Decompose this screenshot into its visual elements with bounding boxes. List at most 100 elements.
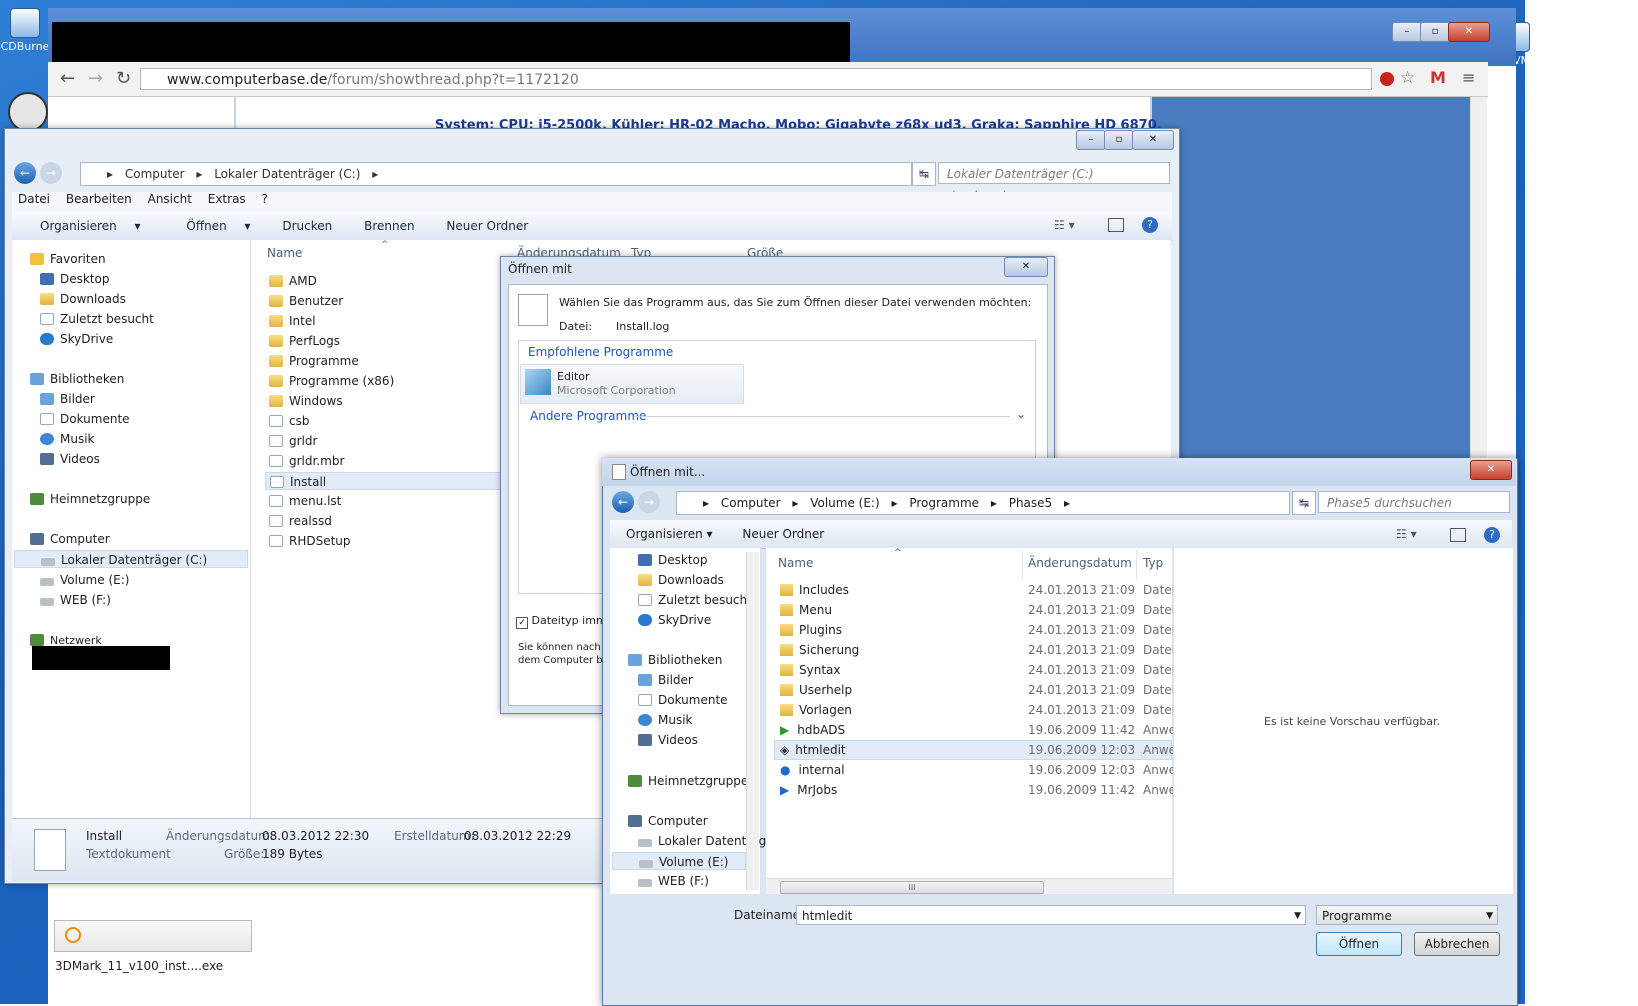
nav-libraries[interactable]: Bibliotheken xyxy=(628,651,722,669)
help-icon[interactable]: ? xyxy=(1484,527,1500,543)
back-arrow-icon[interactable]: ← xyxy=(14,162,36,184)
download-item[interactable]: 3DMark_11_v100_inst....exe xyxy=(54,920,252,973)
nav-pictures[interactable]: Bilder xyxy=(638,671,693,689)
file-row[interactable]: grldr.mbr xyxy=(269,452,344,470)
menu-datei[interactable]: Datei xyxy=(18,192,50,206)
desktop-icon-cdburner[interactable]: CDBurne xyxy=(0,8,50,53)
breadcrumb-drive[interactable]: Lokaler Datenträger (C:) xyxy=(214,167,360,181)
help-icon[interactable]: ? xyxy=(1142,217,1158,233)
file-row[interactable]: Userhelp xyxy=(780,680,852,700)
file-row[interactable]: Plugins xyxy=(780,620,842,640)
open-button[interactable]: Öffnen ▾ xyxy=(172,219,250,233)
nav-favorites[interactable]: Favoriten xyxy=(30,250,106,268)
menu-bearbeiten[interactable]: Bearbeiten xyxy=(66,192,132,206)
other-programs-toggle[interactable]: Andere Programme xyxy=(530,409,646,423)
open-button[interactable]: Öffnen xyxy=(1316,932,1402,956)
nav-drive-e[interactable]: Volume (E:) xyxy=(40,571,129,589)
new-folder-button[interactable]: Neuer Ordner xyxy=(446,219,528,233)
star-icon[interactable]: ☆ xyxy=(1400,68,1415,88)
column-name[interactable]: Name xyxy=(778,556,813,570)
explorer-maximize-button[interactable]: ▫ xyxy=(1104,130,1134,150)
menu-help[interactable]: ? xyxy=(262,192,268,206)
back-arrow-icon[interactable]: ← xyxy=(60,68,75,89)
file-row[interactable]: Vorlagen xyxy=(780,700,852,720)
file-row-selected[interactable]: Install xyxy=(265,472,501,490)
nav-drive-f[interactable]: WEB (F:) xyxy=(638,872,709,890)
adblock-icon[interactable] xyxy=(1380,72,1394,86)
file-row[interactable]: Includes xyxy=(780,580,849,600)
nav-drive-e[interactable]: Volume (E:) xyxy=(612,852,746,870)
file-row[interactable]: Programme xyxy=(269,352,359,370)
chevron-down-icon[interactable]: ⌄ xyxy=(1016,407,1026,421)
breadcrumb-computer[interactable]: Computer xyxy=(125,167,185,181)
organize-button[interactable]: Organisieren ▾ xyxy=(26,219,141,233)
nav-recent[interactable]: Zuletzt besucht xyxy=(40,310,154,328)
nav-downloads[interactable]: Downloads xyxy=(638,571,724,589)
nav-recent[interactable]: Zuletzt besucht xyxy=(638,591,752,609)
nav-homegroup[interactable]: Heimnetzgruppe xyxy=(30,490,150,508)
breadcrumb-volume[interactable]: Volume (E:) xyxy=(810,496,879,510)
filename-input[interactable]: htmledit ▼ xyxy=(796,905,1306,925)
view-icon[interactable]: ☷ ▾ xyxy=(1396,527,1417,541)
forward-arrow-icon[interactable]: → xyxy=(638,491,660,513)
breadcrumb-programme[interactable]: Programme xyxy=(909,496,979,510)
view-icon[interactable]: ☷ ▾ xyxy=(1054,218,1075,232)
nav-pictures[interactable]: Bilder xyxy=(40,390,95,408)
file-row[interactable]: ● internal xyxy=(780,760,845,780)
preview-pane-icon[interactable] xyxy=(1450,528,1466,542)
program-editor[interactable]: Editor Microsoft Corporation xyxy=(520,364,744,404)
maximize-button[interactable]: ▫ xyxy=(1420,22,1450,42)
file-row[interactable]: Syntax xyxy=(780,660,840,680)
file-row[interactable]: Sicherung xyxy=(780,640,859,660)
filter-select[interactable]: Programme ▼ xyxy=(1316,905,1498,925)
nav-documents[interactable]: Dokumente xyxy=(40,410,130,428)
breadcrumb[interactable]: ▸ Computer ▸ Lokaler Datenträger (C:) ▸ xyxy=(80,162,912,186)
dialog-close-button[interactable]: ✕ xyxy=(1004,257,1048,277)
burn-button[interactable]: Brennen xyxy=(364,219,414,233)
file-row[interactable]: csb xyxy=(269,412,309,430)
nav-scrollbar[interactable] xyxy=(746,552,759,890)
file-row[interactable]: Windows xyxy=(269,392,343,410)
menu-ansicht[interactable]: Ansicht xyxy=(148,192,192,206)
nav-videos[interactable]: Videos xyxy=(40,450,100,468)
address-bar[interactable]: www.computerbase.de/forum/showthread.php… xyxy=(140,68,1372,90)
column-type[interactable]: Typ xyxy=(1143,556,1163,570)
menu-extras[interactable]: Extras xyxy=(208,192,246,206)
nav-skydrive[interactable]: SkyDrive xyxy=(40,330,113,348)
print-button[interactable]: Drucken xyxy=(282,219,332,233)
reload-icon[interactable]: ↻ xyxy=(116,68,131,89)
nav-downloads[interactable]: Downloads xyxy=(40,290,126,308)
file-row[interactable]: AMD xyxy=(269,272,317,290)
browse-search-input[interactable]: Phase5 durchsuchen xyxy=(1318,491,1510,513)
close-button[interactable]: ✕ xyxy=(1448,22,1490,42)
gmail-icon[interactable]: M xyxy=(1430,68,1446,87)
menu-icon[interactable]: ≡ xyxy=(1462,68,1475,87)
file-row[interactable]: ▶ MrJobs xyxy=(780,780,837,800)
file-row[interactable]: PerfLogs xyxy=(269,332,340,350)
column-name[interactable]: Name xyxy=(267,246,302,260)
file-row[interactable]: Menu xyxy=(780,600,832,620)
minimize-button[interactable]: – xyxy=(1392,22,1422,42)
preview-pane-icon[interactable] xyxy=(1108,218,1124,232)
file-row[interactable]: grldr xyxy=(269,432,317,450)
nav-desktop[interactable]: Desktop xyxy=(40,270,110,288)
breadcrumb-computer[interactable]: Computer xyxy=(721,496,781,510)
nav-music[interactable]: Musik xyxy=(40,430,95,448)
browse-breadcrumb[interactable]: ▸ Computer ▸ Volume (E:) ▸ Programme ▸ P… xyxy=(676,491,1290,515)
nav-skydrive[interactable]: SkyDrive xyxy=(638,611,711,629)
refresh-icon[interactable]: ↹ xyxy=(1292,491,1316,515)
nav-drive-f[interactable]: WEB (F:) xyxy=(40,591,111,609)
breadcrumb-phase5[interactable]: Phase5 xyxy=(1009,496,1052,510)
nav-computer[interactable]: Computer xyxy=(30,530,110,548)
nav-homegroup[interactable]: Heimnetzgruppe xyxy=(628,772,748,790)
file-row[interactable]: RHDSetup xyxy=(269,532,351,550)
explorer-minimize-button[interactable]: – xyxy=(1076,130,1106,150)
nav-music[interactable]: Musik xyxy=(638,711,693,729)
horizontal-scrollbar[interactable]: III xyxy=(766,878,1172,895)
nav-documents[interactable]: Dokumente xyxy=(638,691,728,709)
forward-arrow-icon[interactable]: → xyxy=(88,68,103,89)
file-row[interactable]: Programme (x86) xyxy=(269,372,394,390)
chevron-down-icon[interactable]: ▼ xyxy=(1486,906,1493,926)
file-row[interactable]: realssd xyxy=(269,512,332,530)
nav-videos[interactable]: Videos xyxy=(638,731,698,749)
